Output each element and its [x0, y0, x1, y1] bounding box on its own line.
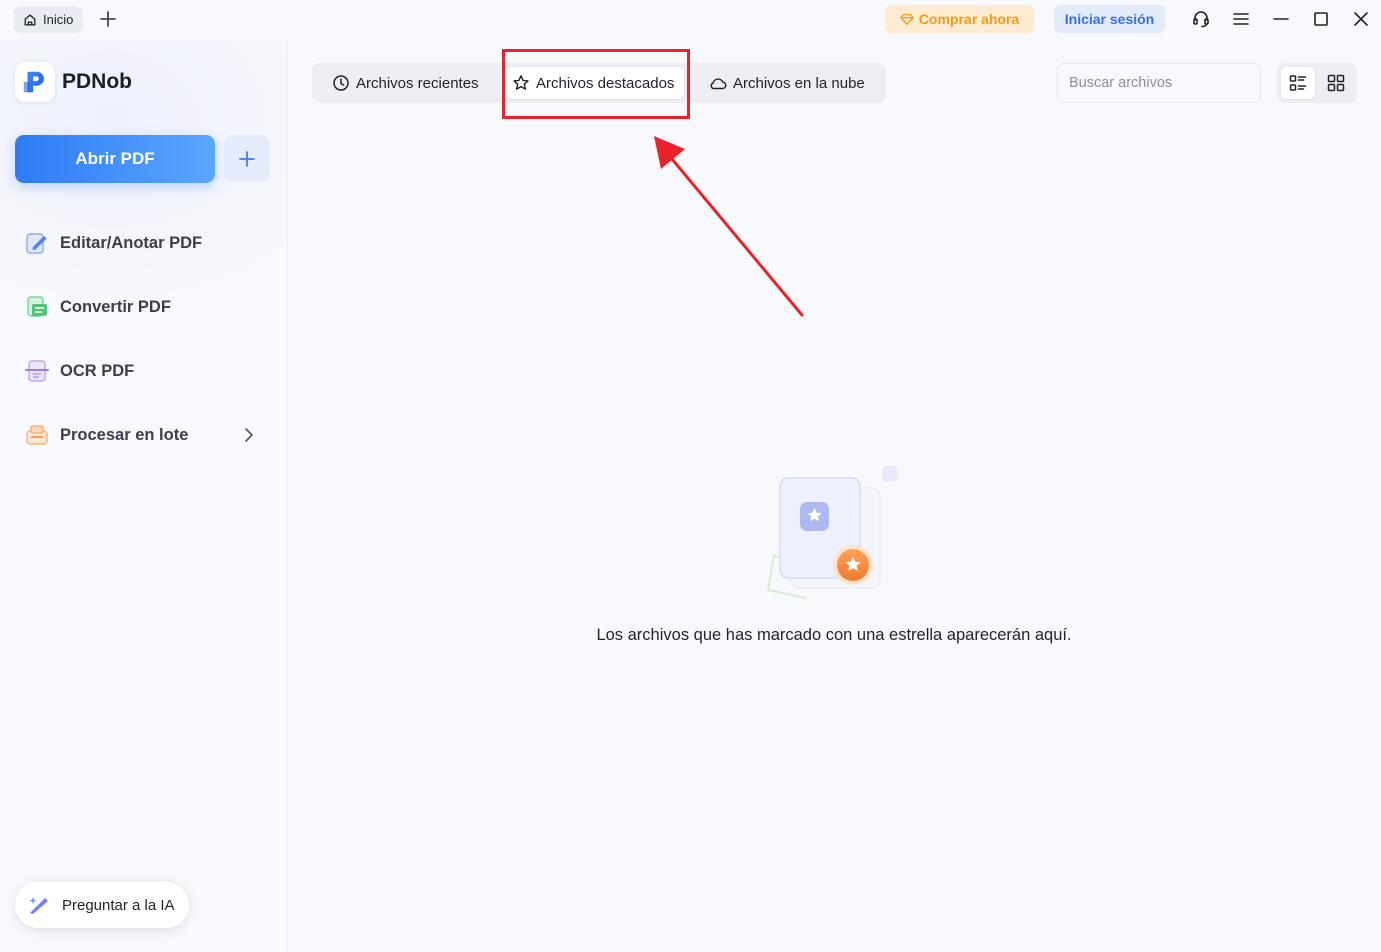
open-pdf-button[interactable]: Abrir PDF — [15, 135, 215, 183]
home-icon — [23, 13, 37, 27]
maximize-icon[interactable] — [1311, 9, 1331, 29]
pdnob-logo-icon — [15, 62, 55, 102]
list-view-button[interactable] — [1281, 67, 1315, 99]
tab-label: Archivos recientes — [356, 74, 479, 92]
minimize-icon[interactable] — [1271, 9, 1291, 29]
view-toggle — [1277, 63, 1357, 103]
buy-now-label: Comprar ahora — [918, 11, 1020, 27]
sidebar-item-convert-pdf[interactable]: Convertir PDF — [24, 287, 264, 327]
sidebar-item-batch-process[interactable]: Procesar en lote — [24, 415, 264, 455]
menu-icon[interactable] — [1231, 9, 1251, 29]
ai-sparkle-icon — [28, 894, 50, 916]
convert-pdf-icon — [24, 294, 50, 320]
ask-ai-button[interactable]: Preguntar a la IA — [15, 882, 189, 928]
sidebar-item-label: Convertir PDF — [60, 297, 171, 316]
close-icon[interactable] — [1351, 9, 1371, 29]
empty-state-message: Los archivos que has marcado con una est… — [596, 626, 1072, 644]
grid-view-button[interactable] — [1319, 67, 1353, 99]
tab-label: Archivos en la nube — [733, 74, 865, 92]
plus-icon — [100, 11, 116, 27]
app-logo: PDNob — [15, 62, 132, 102]
edit-pdf-icon — [24, 230, 50, 256]
ocr-pdf-icon — [24, 358, 50, 384]
annotation-highlight-box — [502, 49, 690, 119]
tab-recent-files[interactable]: Archivos recientes — [332, 63, 479, 103]
login-button[interactable]: Iniciar sesión — [1054, 5, 1165, 33]
grid-view-icon — [1327, 74, 1345, 92]
batch-process-icon — [24, 422, 50, 448]
chevron-right-icon — [245, 428, 253, 442]
search-input[interactable] — [1057, 63, 1261, 103]
diamond-icon — [900, 12, 914, 26]
new-tab-button[interactable] — [99, 10, 117, 28]
sidebar-item-edit-pdf[interactable]: Editar/Anotar PDF — [24, 223, 264, 263]
buy-now-button[interactable]: Comprar ahora — [885, 5, 1034, 33]
title-bar: Inicio Comprar ahora Iniciar sesión — [0, 0, 1381, 40]
ask-ai-label: Preguntar a la IA — [62, 896, 175, 914]
empty-starred-illustration — [760, 458, 905, 603]
add-pdf-button[interactable] — [224, 135, 270, 182]
cloud-icon — [710, 78, 727, 90]
sidebar-item-ocr-pdf[interactable]: OCR PDF — [24, 351, 264, 391]
tab-home[interactable]: Inicio — [14, 6, 83, 33]
plus-icon — [239, 150, 255, 167]
tab-cloud-files[interactable]: Archivos en la nube — [709, 63, 865, 103]
sidebar-item-label: Editar/Anotar PDF — [60, 233, 203, 252]
sidebar-item-label: Procesar en lote — [60, 425, 189, 444]
support-icon[interactable] — [1191, 9, 1211, 29]
app-name: PDNob — [62, 70, 132, 93]
home-tab-label: Inicio — [43, 12, 74, 27]
sidebar-item-label: OCR PDF — [60, 361, 135, 380]
list-view-icon — [1289, 75, 1307, 91]
annotation-arrow — [654, 136, 804, 317]
clock-icon — [333, 75, 349, 91]
sidebar: PDNob Abrir PDF Editar/Anotar PDF Conver… — [0, 40, 288, 952]
